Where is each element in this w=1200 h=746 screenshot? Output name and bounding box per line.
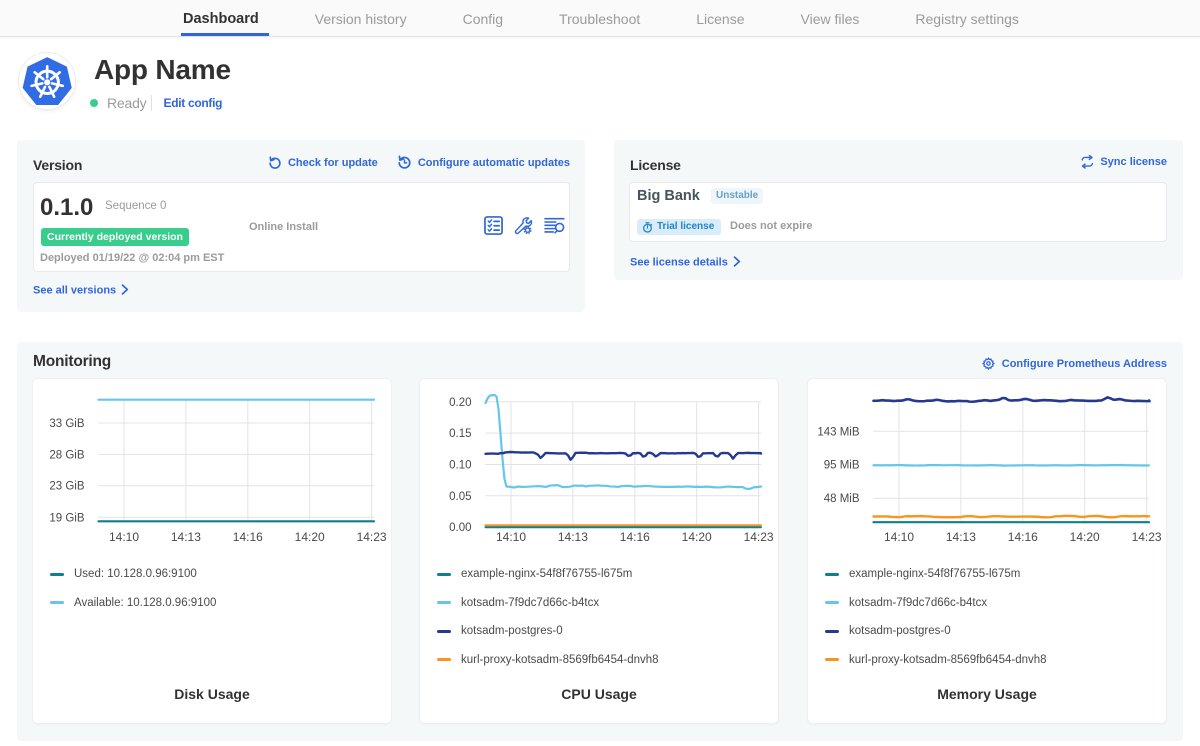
svg-text:95 MiB: 95 MiB (824, 460, 860, 472)
svg-text:14:10: 14:10 (884, 530, 914, 544)
svg-text:14:10: 14:10 (109, 530, 139, 544)
svg-text:14:20: 14:20 (295, 530, 325, 544)
svg-text:14:13: 14:13 (946, 530, 976, 544)
svg-text:14:23: 14:23 (357, 530, 387, 544)
svg-text:14:16: 14:16 (233, 530, 263, 544)
svg-text:48 MiB: 48 MiB (824, 493, 860, 505)
svg-text:14:23: 14:23 (744, 530, 774, 544)
svg-text:23 GiB: 23 GiB (49, 481, 84, 493)
svg-text:0.10: 0.10 (449, 460, 471, 472)
svg-text:14:13: 14:13 (171, 530, 201, 544)
svg-text:14:20: 14:20 (1070, 530, 1100, 544)
svg-text:14:16: 14:16 (1008, 530, 1038, 544)
svg-text:14:23: 14:23 (1132, 530, 1162, 544)
svg-text:0.20: 0.20 (449, 397, 471, 409)
svg-text:0.05: 0.05 (449, 491, 471, 503)
svg-text:19 GiB: 19 GiB (49, 512, 84, 524)
svg-text:14:20: 14:20 (682, 530, 712, 544)
svg-text:14:16: 14:16 (620, 530, 650, 544)
svg-text:143 MiB: 143 MiB (817, 426, 860, 438)
svg-text:33 GiB: 33 GiB (49, 418, 84, 430)
svg-text:0.00: 0.00 (449, 522, 471, 534)
svg-text:0.15: 0.15 (449, 428, 471, 440)
svg-text:14:13: 14:13 (558, 530, 588, 544)
svg-text:28 GiB: 28 GiB (49, 449, 84, 461)
svg-text:14:10: 14:10 (496, 530, 526, 544)
